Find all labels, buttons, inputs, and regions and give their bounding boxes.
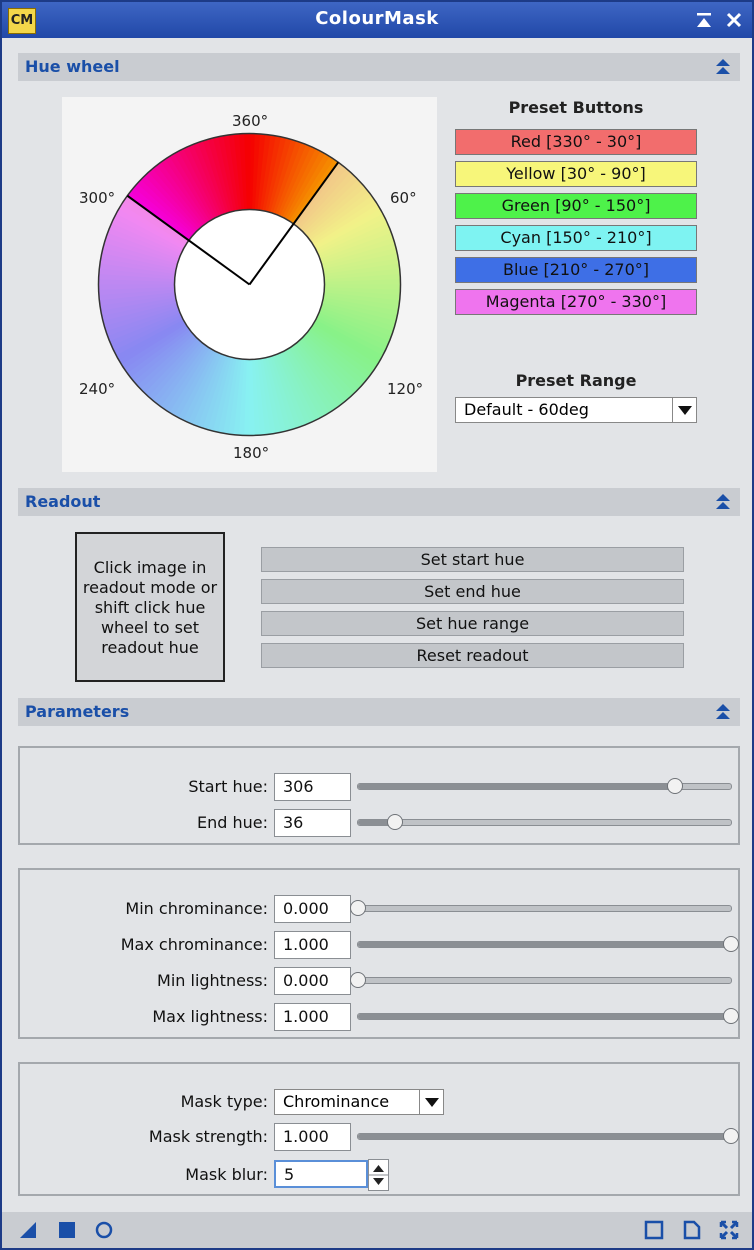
preset-range-value: Default - 60deg: [464, 400, 589, 419]
section-title: Hue wheel: [25, 57, 120, 76]
reset-icon[interactable]: [719, 1220, 739, 1240]
preset-magenta-button[interactable]: Magenta [270° - 330°]: [455, 289, 697, 315]
mask-strength-input[interactable]: 1.000: [274, 1123, 351, 1151]
max-chrominance-slider[interactable]: [357, 936, 739, 952]
slider-handle[interactable]: [350, 972, 366, 988]
end-hue-input[interactable]: 36: [274, 809, 351, 837]
readout-info-line: wheel to set: [100, 618, 200, 637]
slider-handle[interactable]: [723, 1128, 739, 1144]
mask-type-label: Mask type:: [180, 1092, 268, 1111]
preset-buttons-title: Preset Buttons: [508, 98, 644, 117]
mask-blur-label: Mask blur:: [185, 1165, 268, 1184]
min-lightness-label: Min lightness:: [157, 971, 268, 990]
spin-down-icon[interactable]: [373, 1178, 384, 1185]
degree-label-240: 240°: [79, 380, 116, 398]
slider-handle[interactable]: [667, 778, 684, 794]
slider-fill: [358, 1134, 731, 1139]
readout-info-box: Click image in readout mode or shift cli…: [75, 532, 225, 682]
bottom-toolbar: [2, 1212, 752, 1248]
window-title: ColourMask: [315, 8, 439, 29]
mask-type-value: Chrominance: [283, 1092, 390, 1111]
mask-type-select[interactable]: Chrominance: [274, 1089, 444, 1115]
chevron-down-icon[interactable]: [419, 1090, 443, 1114]
readout-info-line: readout mode or: [82, 578, 218, 597]
max-lightness-slider[interactable]: [357, 1008, 739, 1024]
hue-wheel[interactable]: [62, 97, 437, 472]
mask-strength-label: Mask strength:: [148, 1127, 268, 1146]
max-chrominance-label: Max chrominance:: [120, 935, 268, 954]
slider-fill: [358, 1014, 731, 1019]
slider-fill: [358, 942, 731, 947]
chevron-down-icon[interactable]: [672, 398, 696, 422]
degree-label-300: 300°: [79, 189, 116, 207]
collapse-section-icon[interactable]: [714, 58, 732, 76]
preset-cyan-button[interactable]: Cyan [150° - 210°]: [455, 225, 697, 251]
readout-info-line: shift click hue: [94, 598, 206, 617]
apply-global-circle-icon[interactable]: [94, 1220, 114, 1240]
parameters-section-header[interactable]: Parameters: [18, 698, 740, 726]
slider-handle[interactable]: [723, 936, 739, 952]
collapse-section-icon[interactable]: [714, 703, 732, 721]
min-lightness-input[interactable]: 0.000: [274, 967, 351, 995]
preset-range-select[interactable]: Default - 60deg: [455, 397, 697, 423]
preset-red-button[interactable]: Red [330° - 30°]: [455, 129, 697, 155]
readout-info-line: readout hue: [101, 638, 199, 657]
degree-label-60: 60°: [390, 189, 417, 207]
mask-blur-input[interactable]: 5: [274, 1160, 368, 1188]
set-start-hue-button[interactable]: Set start hue: [261, 547, 684, 572]
min-lightness-slider[interactable]: [350, 972, 732, 988]
start-hue-slider[interactable]: [357, 778, 732, 794]
start-hue-input[interactable]: 306: [274, 773, 351, 801]
section-title: Readout: [25, 492, 101, 511]
reset-readout-button[interactable]: Reset readout: [261, 643, 684, 668]
min-chrominance-input[interactable]: 0.000: [274, 895, 351, 923]
close-icon[interactable]: [722, 8, 746, 32]
degree-label-360: 360°: [232, 112, 269, 130]
apply-square-icon[interactable]: [57, 1220, 77, 1240]
start-hue-label: Start hue:: [188, 777, 268, 796]
spin-up-icon[interactable]: [373, 1165, 384, 1172]
slider-handle[interactable]: [723, 1008, 739, 1024]
max-lightness-label: Max lightness:: [152, 1007, 268, 1026]
preview-icon[interactable]: [644, 1220, 664, 1240]
slider-handle[interactable]: [350, 900, 366, 916]
degree-label-180: 180°: [233, 444, 270, 462]
readout-section-header[interactable]: Readout: [18, 488, 740, 516]
slider-fill: [358, 784, 676, 789]
mask-blur-spinner[interactable]: [368, 1159, 389, 1191]
max-chrominance-input[interactable]: 1.000: [274, 931, 351, 959]
max-lightness-input[interactable]: 1.000: [274, 1003, 351, 1031]
readout-info-line: Click image in: [93, 558, 207, 577]
hue-wheel-panel[interactable]: 360° 300° 60° 240° 120° 180°: [62, 97, 437, 472]
end-hue-slider[interactable]: [357, 814, 732, 830]
min-chrominance-slider[interactable]: [350, 900, 732, 916]
title-bar[interactable]: CM ColourMask: [2, 2, 752, 38]
mask-strength-slider[interactable]: [357, 1128, 739, 1144]
preset-yellow-button[interactable]: Yellow [30° - 90°]: [455, 161, 697, 187]
preset-range-title: Preset Range: [515, 371, 637, 390]
min-chrominance-label: Min chrominance:: [125, 899, 268, 918]
degree-label-120: 120°: [387, 380, 424, 398]
documentation-icon[interactable]: [682, 1220, 702, 1240]
section-title: Parameters: [25, 702, 130, 721]
hue-wheel-section-header[interactable]: Hue wheel: [18, 53, 740, 81]
preset-green-button[interactable]: Green [90° - 150°]: [455, 193, 697, 219]
collapse-icon[interactable]: [692, 8, 716, 32]
colourmask-window: CM ColourMask Hue wheel 360° 300° 60° 24…: [0, 0, 754, 1250]
set-hue-range-button[interactable]: Set hue range: [261, 611, 684, 636]
preset-blue-button[interactable]: Blue [210° - 270°]: [455, 257, 697, 283]
set-end-hue-button[interactable]: Set end hue: [261, 579, 684, 604]
collapse-section-icon[interactable]: [714, 493, 732, 511]
end-hue-label: End hue:: [196, 813, 268, 832]
new-instance-icon[interactable]: [18, 1220, 38, 1240]
